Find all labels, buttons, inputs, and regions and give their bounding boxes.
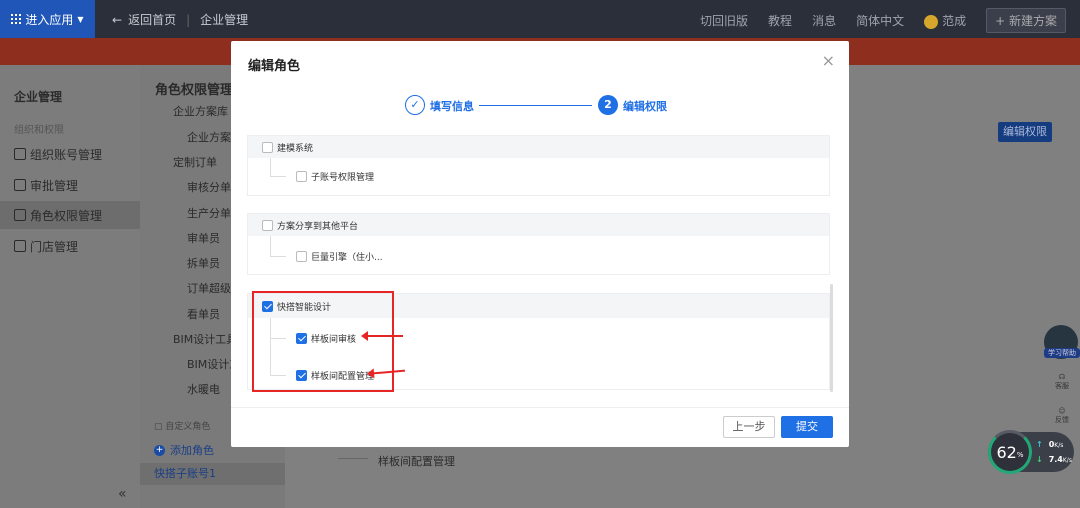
- new-plan-label: 新建方案: [1008, 14, 1057, 28]
- top-right-menu: 切回旧版 教程 消息 简体中文 范成 + 新建方案: [700, 8, 1066, 33]
- sidebar-item-label: 角色权限管理: [30, 208, 103, 223]
- cpu-gauge: 62%: [988, 430, 1032, 474]
- tree-line: [270, 256, 286, 257]
- store-icon: [14, 240, 26, 252]
- collapse-icon[interactable]: «: [118, 486, 127, 502]
- sidebar-item-stores[interactable]: 门店管理: [0, 232, 140, 260]
- footer-divider: [231, 407, 849, 408]
- step-edit-permission: 编辑权限: [623, 100, 667, 113]
- sidebar-item-approval[interactable]: 审批管理: [0, 171, 140, 199]
- permission-item[interactable]: 巨量引擎（住小...: [296, 250, 383, 263]
- step-fill-info[interactable]: 填写信息: [430, 98, 474, 114]
- group-label: 方案分享到其他平台: [277, 221, 359, 232]
- add-role-label: 添加角色: [170, 444, 214, 457]
- panel-title: 角色权限管理: [155, 83, 234, 98]
- user-name: 范成: [942, 14, 967, 28]
- tree-item[interactable]: BIM设计工具: [173, 331, 237, 347]
- download-speed: ↓ 7.4K/s: [1036, 455, 1072, 464]
- feedback-label: 反馈: [1055, 416, 1069, 424]
- plus-icon: +: [154, 444, 165, 456]
- annotation-arrow-icon: [361, 331, 403, 341]
- download-arrow-icon: ↓: [1036, 455, 1043, 464]
- upload-speed: ↑ 0K/s: [1036, 440, 1063, 449]
- sidebar-item-label: 门店管理: [30, 239, 79, 254]
- top-bar: 进入应用 ▼ ← 返回首页 | 企业管理 切回旧版 教程 消息 简体中文 范成 …: [0, 0, 1080, 38]
- language-select[interactable]: 简体中文: [856, 12, 904, 29]
- sidebar-item-label: 组织账号管理: [30, 147, 103, 162]
- tree-item[interactable]: 拆单员: [187, 255, 220, 271]
- avatar: [924, 14, 939, 29]
- dialog-title: 编辑角色: [248, 59, 301, 74]
- left-sidebar: 企业管理 组织和权限 组织账号管理 审批管理 角色权限管理 门店管理: [0, 65, 140, 508]
- check-icon: ✓: [405, 95, 425, 115]
- caret-down-icon: ▼: [77, 14, 84, 24]
- upload-unit: K/s: [1054, 442, 1064, 449]
- item-label: 巨量引擎（住小...: [311, 253, 383, 263]
- approval-icon: [14, 179, 26, 191]
- enter-app-button[interactable]: 进入应用 ▼: [0, 0, 95, 38]
- gauge-percent: 62: [996, 442, 1017, 462]
- sidebar-title: 企业管理: [14, 90, 63, 104]
- sidebar-item-label: 审批管理: [30, 178, 79, 193]
- new-plan-button[interactable]: + 新建方案: [986, 8, 1066, 33]
- submit-button[interactable]: 提交: [781, 416, 833, 438]
- step-number: 2: [598, 95, 618, 115]
- group-header[interactable]: 方案分享到其他平台: [248, 214, 829, 236]
- tree-connector: [338, 458, 368, 459]
- custom-role-label: ▢ 自定义角色: [154, 422, 211, 432]
- previous-step-button[interactable]: 上一步: [723, 416, 775, 438]
- grid-icon: [11, 14, 22, 24]
- download-value: 7.4: [1048, 455, 1063, 464]
- breadcrumb: ← 返回首页 | 企业管理: [112, 11, 248, 28]
- scrollbar[interactable]: [830, 284, 833, 392]
- permission-group-share: 方案分享到其他平台 巨量引擎（住小...: [247, 213, 830, 275]
- upload-arrow-icon: ↑: [1036, 440, 1043, 449]
- permission-group-modeling: 建模系统 子账号权限管理: [247, 135, 830, 196]
- custom-role-text: 自定义角色: [165, 422, 211, 432]
- close-icon[interactable]: ×: [822, 51, 835, 70]
- enter-app-label: 进入应用: [25, 12, 74, 27]
- add-role-button[interactable]: + 添加角色: [154, 442, 214, 458]
- breadcrumb-separator: |: [186, 12, 191, 27]
- switch-old-version-link[interactable]: 切回旧版: [700, 12, 748, 29]
- user-menu[interactable]: 范成: [924, 12, 966, 29]
- tree-item[interactable]: 看单员: [187, 306, 220, 322]
- arrow-left-icon[interactable]: ←: [112, 13, 122, 27]
- tree-item[interactable]: 水暖电: [187, 381, 220, 397]
- edit-permission-button[interactable]: 编辑权限: [998, 122, 1052, 142]
- permission-item[interactable]: 子账号权限管理: [296, 170, 374, 183]
- tree-item[interactable]: 企业方案库: [173, 103, 228, 119]
- download-unit: K/s: [1062, 457, 1072, 464]
- item-checkbox[interactable]: [296, 171, 307, 182]
- sidebar-item-accounts[interactable]: 组织账号管理: [0, 140, 140, 168]
- item-label: 子账号权限管理: [311, 173, 375, 183]
- group-checkbox[interactable]: [262, 219, 273, 231]
- feedback-icon[interactable]: ☺ 反馈: [1047, 407, 1077, 425]
- tree-item[interactable]: 定制订单: [173, 154, 217, 170]
- role-list-item[interactable]: 快搭子账号1: [140, 463, 285, 485]
- gauge-unit: %: [1016, 451, 1024, 459]
- headset-icon[interactable]: ☊ 客服: [1047, 373, 1077, 391]
- role-icon: [14, 209, 26, 221]
- sidebar-item-roles[interactable]: 角色权限管理: [0, 201, 140, 229]
- item-checkbox[interactable]: [296, 251, 307, 262]
- support-label: 客服: [1055, 382, 1069, 390]
- user-icon: [14, 148, 26, 160]
- tree-line: [270, 236, 271, 256]
- assistant-label[interactable]: 学习帮助: [1044, 348, 1080, 358]
- sidebar-subtitle: 组织和权限: [14, 125, 64, 136]
- group-label: 建模系统: [277, 143, 314, 154]
- tree-line: [270, 176, 286, 177]
- tutorial-link[interactable]: 教程: [768, 12, 792, 29]
- breadcrumb-current: 企业管理: [200, 13, 249, 27]
- tree-line: [270, 158, 271, 176]
- group-checkbox[interactable]: [262, 141, 273, 153]
- back-home-link[interactable]: 返回首页: [128, 11, 176, 28]
- messages-link[interactable]: 消息: [812, 12, 836, 29]
- group-header[interactable]: 建模系统: [248, 136, 829, 158]
- tree-item[interactable]: 审单员: [187, 230, 220, 246]
- bg-permission-row: 样板间配置管理: [378, 455, 455, 468]
- step-connector: [479, 105, 592, 106]
